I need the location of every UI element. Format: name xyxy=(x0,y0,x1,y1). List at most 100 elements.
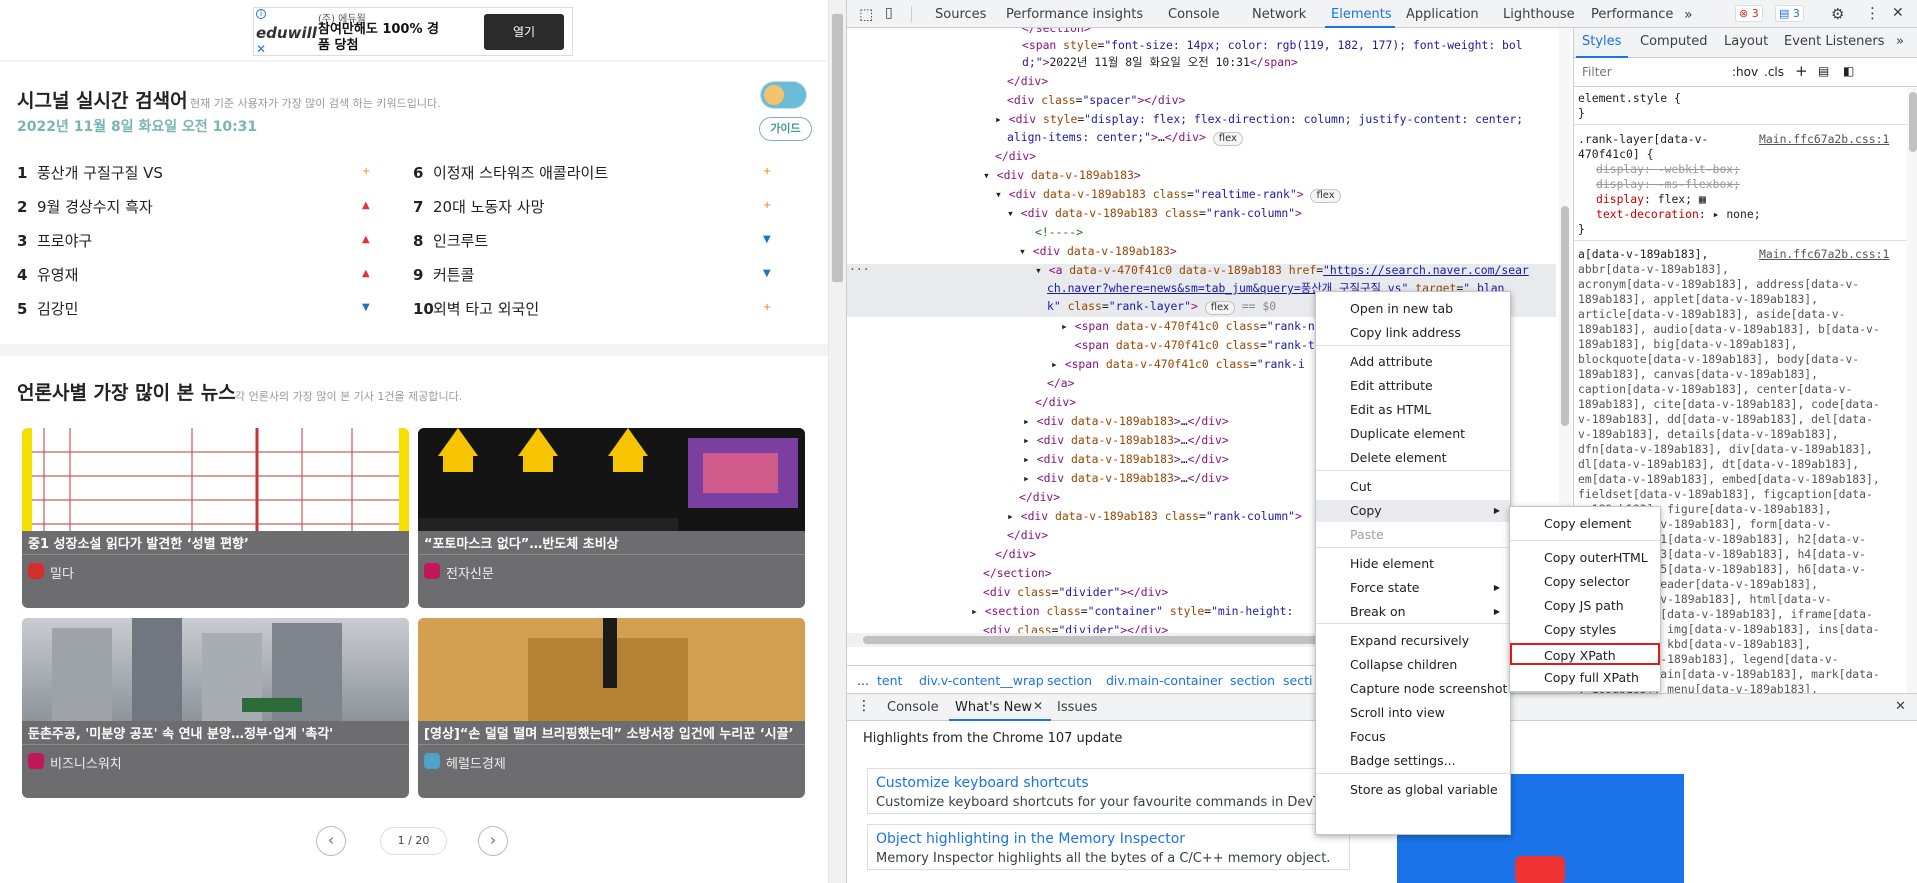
submenu-item-copy-element[interactable]: Copy element xyxy=(1510,513,1660,535)
submenu-item-copy-outerhtml[interactable]: Copy outerHTML xyxy=(1510,547,1660,569)
sidebar-toggle-icon[interactable]: ◧ xyxy=(1843,64,1854,78)
rank-item[interactable]: 1 풍산개 구질구질 VS + xyxy=(17,162,372,186)
menu-item-copy[interactable]: Copy ▶ xyxy=(1316,500,1510,522)
dom-line[interactable]: </div> xyxy=(995,148,1036,165)
submenu-item-copy-xpath[interactable]: Copy XPath xyxy=(1510,643,1660,665)
dom-line[interactable]: <div class="spacer"></div> xyxy=(1007,92,1185,109)
close-whats-new-icon[interactable]: ✕ xyxy=(1033,699,1043,713)
dom-line[interactable]: <!----> xyxy=(1035,224,1083,241)
dom-line[interactable]: </a> xyxy=(1047,375,1074,392)
rule-prop[interactable]: text-decoration: ▸ none; xyxy=(1596,207,1761,222)
dom-line[interactable]: ▸ <span data-v-470f41c0 class="rank-i xyxy=(1051,356,1305,373)
styles-scroll-thumb[interactable] xyxy=(1909,92,1917,152)
crumb-item[interactable]: section xyxy=(1230,673,1275,688)
rank-item[interactable]: 4 유영재 ▲ xyxy=(17,264,372,288)
rank-keyword[interactable]: 유영재 xyxy=(37,266,78,284)
dom-line[interactable]: <span style="font-size: 14px; color: rgb… xyxy=(1022,37,1523,54)
dom-line[interactable]: ▸ <div data-v-189ab183>…</div> xyxy=(1023,413,1229,430)
pager-prev-button[interactable]: ‹ xyxy=(316,826,346,856)
close-devtools-icon[interactable]: ✕ xyxy=(1892,5,1904,21)
menu-item-hide-element[interactable]: Hide element xyxy=(1316,553,1510,575)
tab-lighthouse[interactable]: Lighthouse xyxy=(1503,7,1575,22)
rank-item[interactable]: 10외벽 타고 외국인 + xyxy=(413,298,773,322)
menu-item-expand-recursively[interactable]: Expand recursively xyxy=(1316,630,1510,652)
press-name[interactable]: 전자신문 xyxy=(446,563,494,582)
drawer-menu-icon[interactable]: ⋮ xyxy=(857,698,871,714)
message-badge[interactable]: ▤ 3 xyxy=(1775,5,1804,22)
kebab-menu-icon[interactable]: ⋮ xyxy=(1865,4,1880,22)
dom-vscroll-thumb[interactable] xyxy=(1561,206,1569,426)
dom-line[interactable]: </div> xyxy=(995,546,1036,563)
menu-item-collapse-children[interactable]: Collapse children xyxy=(1316,654,1510,676)
drawer-tab-whats-new[interactable]: What's New xyxy=(955,700,1032,715)
drawer-tab-issues[interactable]: Issues xyxy=(1057,700,1097,715)
rank-item[interactable]: 3 프로야구 ▲ xyxy=(17,230,372,254)
dom-line[interactable]: k" class="rank-layer"> flex == $0 xyxy=(1047,298,1276,315)
whats-new-card[interactable]: Object highlighting in the Memory Inspec… xyxy=(867,824,1350,870)
dom-line[interactable]: ▸ <div data-v-189ab183>…</div> xyxy=(1023,451,1229,468)
whats-new-link[interactable]: Object highlighting in the Memory Inspec… xyxy=(876,831,1185,847)
press-name[interactable]: 밀다 xyxy=(50,563,74,582)
dom-line[interactable]: ▾ <div data-v-189ab183> xyxy=(1019,243,1177,260)
submenu-item-copy-selector[interactable]: Copy selector xyxy=(1510,571,1660,593)
tab-console[interactable]: Console xyxy=(1168,7,1220,22)
crumb-ellipsis[interactable]: ... xyxy=(857,673,869,688)
rule-prop[interactable]: display: -ms-flexbox; xyxy=(1596,177,1740,192)
pager-next-button[interactable]: › xyxy=(478,826,508,856)
menu-item-break-on[interactable]: Break on ▶ xyxy=(1316,601,1510,623)
dom-line[interactable]: ▸ <div style="display: flex; flex-direct… xyxy=(995,111,1523,128)
press-name[interactable]: 헤럴드경제 xyxy=(446,753,506,772)
inspect-icon[interactable]: ⬚ xyxy=(859,5,873,23)
rule-selector[interactable]: .rank-layer[data-v- xyxy=(1578,132,1708,147)
submenu-item-copy-styles[interactable]: Copy styles xyxy=(1510,619,1660,641)
rule-prop[interactable]: display: -webkit-box; xyxy=(1596,162,1740,177)
dom-line[interactable]: ▸ <div data-v-189ab183>…</div> xyxy=(1023,470,1229,487)
rank-keyword[interactable]: 프로야구 xyxy=(37,232,92,250)
page-scrollbar[interactable] xyxy=(828,0,846,883)
news-card-title[interactable]: “포토마스크 없다”…반도체 초비상 xyxy=(424,533,619,552)
rank-item[interactable]: 9 커튼콜 ▼ xyxy=(413,264,773,288)
menu-item-copy-link-address[interactable]: Copy link address xyxy=(1316,322,1510,344)
rule-selector[interactable]: 470f41c0] { xyxy=(1578,147,1653,162)
rank-keyword[interactable]: 커튼콜 xyxy=(433,266,474,284)
rule-source-link[interactable]: Main.ffc67a2b.css:1 xyxy=(1759,132,1889,147)
guide-button[interactable]: 가이드 xyxy=(759,117,812,141)
tab-performance-insights[interactable]: Performance insights xyxy=(1006,7,1143,22)
menu-item-edit-attribute[interactable]: Edit attribute xyxy=(1316,375,1510,397)
styles-scrollbar[interactable] xyxy=(1907,88,1917,693)
rank-item[interactable]: 6 이정재 스타워즈 애콜라이트 + xyxy=(413,162,773,186)
flex-badge[interactable]: flex xyxy=(1310,189,1341,203)
rank-keyword[interactable]: 9월 경상수지 흑자 xyxy=(37,198,153,216)
tab-computed[interactable]: Computed xyxy=(1640,34,1708,49)
rank-keyword[interactable]: 외벽 타고 외국인 xyxy=(433,300,539,318)
menu-item-store-as-global-variable[interactable]: Store as global variable xyxy=(1316,779,1510,801)
rank-item[interactable]: 7 20대 노동자 사망 + xyxy=(413,196,773,220)
press-name[interactable]: 비즈니스워치 xyxy=(50,753,122,772)
rank-item[interactable]: 5 김강민 ▼ xyxy=(17,298,372,322)
ad-close-icon[interactable]: ✕ xyxy=(256,42,266,56)
rank-keyword[interactable]: 인크루트 xyxy=(433,232,488,250)
menu-item-cut[interactable]: Cut xyxy=(1316,476,1510,498)
menu-item-capture-node-screenshot[interactable]: Capture node screenshot xyxy=(1316,678,1510,700)
more-tabs-icon[interactable]: » xyxy=(1684,7,1693,23)
rank-item[interactable]: 8 인크루트 ▼ xyxy=(413,230,773,254)
news-card[interactable]: 중1 성장소설 읽다가 발견한 ‘성별 편향’ 밀다 xyxy=(22,428,409,608)
tab-layout[interactable]: Layout xyxy=(1724,34,1768,49)
submenu-item-copy-full-xpath[interactable]: Copy full XPath xyxy=(1510,667,1660,689)
crumb-item[interactable]: secti xyxy=(1283,673,1312,688)
crumb-item[interactable]: section xyxy=(1047,673,1092,688)
menu-item-delete-element[interactable]: Delete element xyxy=(1316,447,1510,469)
dom-line[interactable]: ▾ <div data-v-189ab183> xyxy=(983,167,1141,184)
tab-network[interactable]: Network xyxy=(1252,7,1306,22)
cls-toggle[interactable]: .cls xyxy=(1764,65,1784,79)
news-card[interactable]: [영상]“손 덜덜 떨며 브리핑했는데” 소방서장 입건에 누리꾼 ‘시끌’ 헤… xyxy=(418,618,805,798)
rank-keyword[interactable]: 20대 노동자 사망 xyxy=(433,198,544,216)
styles-more-icon[interactable]: » xyxy=(1896,34,1904,49)
menu-item-duplicate-element[interactable]: Duplicate element xyxy=(1316,423,1510,445)
hov-toggle[interactable]: :hov xyxy=(1732,65,1758,79)
error-badge[interactable]: ⊗ 3 xyxy=(1735,5,1763,22)
menu-item-edit-as-html[interactable]: Edit as HTML xyxy=(1316,399,1510,421)
news-card-title[interactable]: 중1 성장소설 읽다가 발견한 ‘성별 편향’ xyxy=(28,533,249,552)
tab-performance[interactable]: Performance xyxy=(1591,7,1673,22)
menu-item-open-new-tab[interactable]: Open in new tab xyxy=(1316,298,1510,320)
